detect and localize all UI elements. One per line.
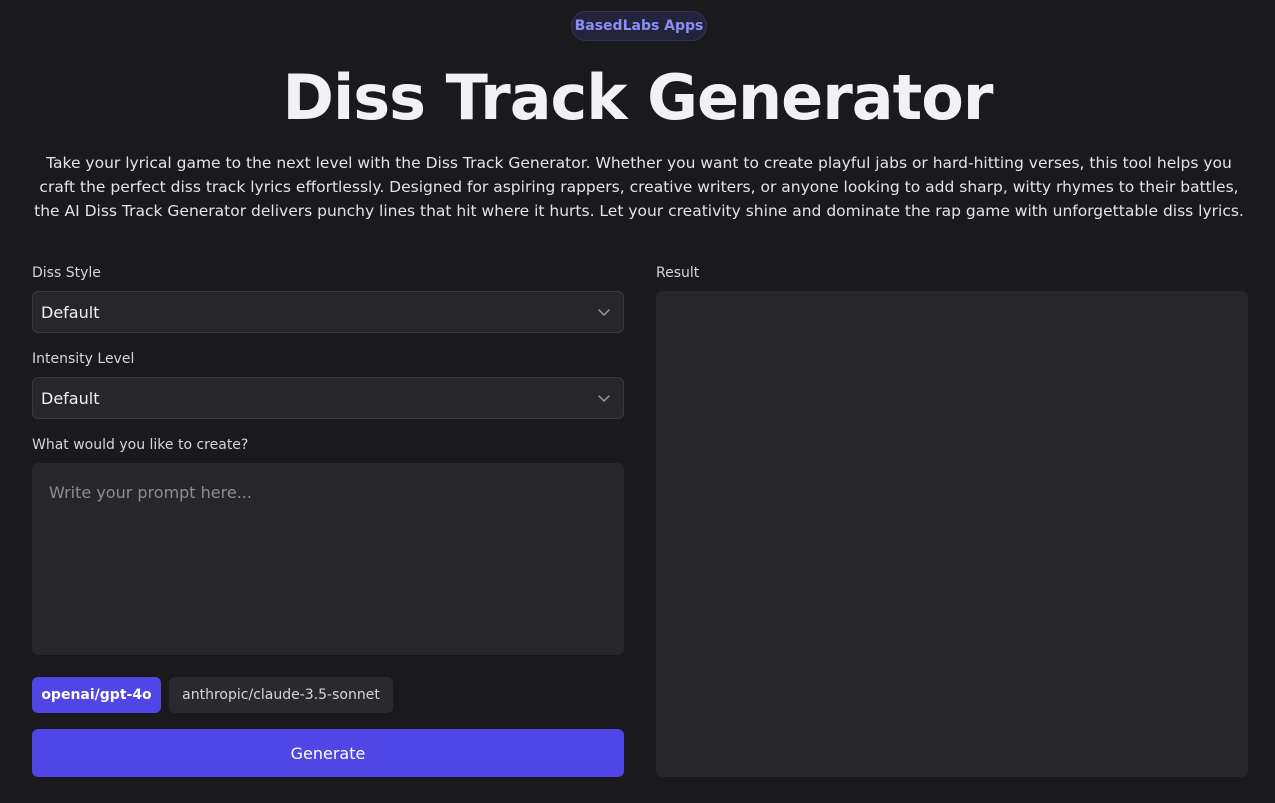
diss-style-value: Default: [41, 302, 100, 322]
page-description: Take your lyrical game to the next level…: [34, 154, 1244, 220]
diss-style-select[interactable]: Default: [32, 291, 624, 333]
page: BasedLabs Apps Diss Track Generator Take…: [0, 0, 1275, 803]
model-gpt-4o-button[interactable]: openai/gpt-4o: [32, 677, 161, 713]
page-title: Diss Track Generator: [282, 61, 994, 134]
basedlabs-apps-badge[interactable]: BasedLabs Apps: [571, 11, 707, 41]
result-label: Result: [656, 265, 700, 281]
generate-button[interactable]: Generate: [32, 729, 624, 777]
intensity-level-label: Intensity Level: [32, 351, 135, 367]
diss-style-label: Diss Style: [32, 265, 101, 281]
intensity-level-select[interactable]: Default: [32, 377, 624, 419]
chevron-down-icon: [598, 309, 610, 316]
chevron-down-icon: [598, 395, 610, 402]
model-claude-sonnet-button[interactable]: anthropic/claude-3.5-sonnet: [169, 677, 393, 713]
prompt-label: What would you like to create?: [32, 437, 249, 453]
prompt-input[interactable]: [32, 463, 624, 655]
result-panel: [656, 291, 1248, 777]
intensity-level-value: Default: [41, 388, 100, 408]
